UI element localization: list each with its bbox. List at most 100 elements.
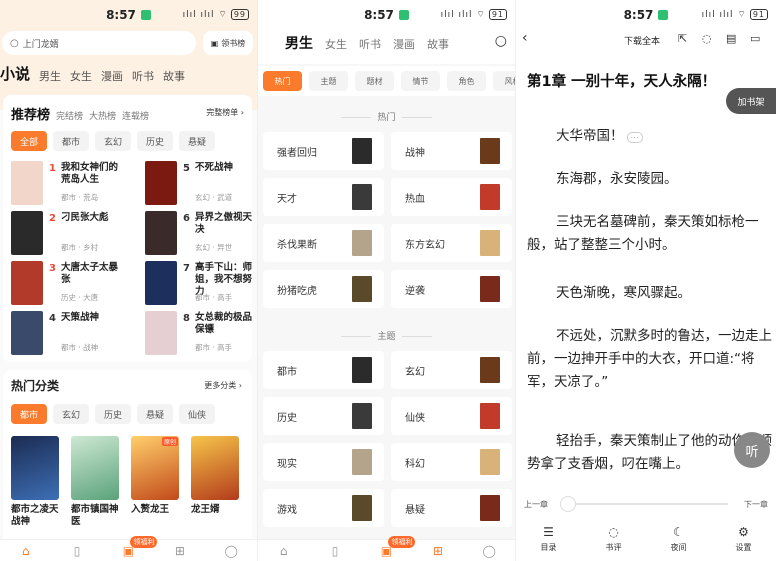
book-item[interactable]: 原创 入赘龙王 bbox=[131, 436, 179, 516]
hot-chip-history[interactable]: 历史 bbox=[95, 404, 131, 424]
download-all-button[interactable]: 下载全本 bbox=[624, 34, 660, 47]
rank-item[interactable]: 5 不死战神 玄幻 · 武道 bbox=[145, 161, 257, 207]
home-icon[interactable]: ⌂ bbox=[277, 545, 291, 557]
hot-chip-xianxia[interactable]: 仙侠 bbox=[179, 404, 215, 424]
filter-theme[interactable]: 主题 bbox=[309, 71, 348, 91]
book-cover bbox=[11, 161, 43, 205]
bookshelf-icon[interactable]: ▯ bbox=[328, 545, 342, 557]
rank-item[interactable]: 6 异界之傲视天决 玄幻 · 异世 bbox=[145, 211, 257, 257]
share-icon[interactable]: ⇱ bbox=[678, 32, 687, 45]
genre-cell[interactable]: 强者回归 bbox=[263, 132, 384, 170]
full-rank-link[interactable]: 完整榜单 › bbox=[206, 107, 244, 118]
home-icon[interactable]: ⌂ bbox=[19, 545, 33, 557]
filter-role[interactable]: 角色 bbox=[447, 71, 486, 91]
catalog-button[interactable]: ☰ 目录 bbox=[529, 517, 569, 561]
rank-item[interactable]: 1 我和女神们的荒岛人生 都市 · 荒岛 bbox=[11, 161, 129, 207]
nav-comic[interactable]: 漫画 bbox=[101, 68, 123, 84]
category-icon[interactable]: ⊞ bbox=[431, 545, 445, 557]
leaderboard-button[interactable]: ▣ 领书榜 bbox=[203, 31, 253, 55]
comment-icon[interactable]: ◌ bbox=[702, 32, 712, 45]
review-button[interactable]: ◌ 书评 bbox=[594, 517, 634, 561]
search-input[interactable]: ○ 上门龙婿 bbox=[2, 31, 196, 55]
nav-female[interactable]: 女生 bbox=[70, 68, 92, 84]
more-icon[interactable]: ▭ bbox=[750, 32, 760, 45]
genre-cell[interactable]: 现实 bbox=[263, 443, 384, 481]
rank-tags: 都市 · 乡村 bbox=[61, 243, 99, 252]
genre-cell[interactable]: 热血 bbox=[391, 178, 512, 216]
nav-male[interactable]: 男生 bbox=[39, 68, 61, 84]
bottom-tab-bar: ⌂ ▯ ▣ 领福利 ⊞ ◯ bbox=[0, 535, 257, 561]
rank-chip-fantasy[interactable]: 玄幻 bbox=[95, 131, 131, 151]
rank-title[interactable]: 推荐榜 bbox=[11, 104, 50, 123]
genre-cell[interactable]: 悬疑 bbox=[391, 489, 512, 527]
add-to-shelf-button[interactable]: 加书架 bbox=[726, 88, 776, 114]
note-icon[interactable]: ▤ bbox=[726, 32, 736, 45]
prev-chapter-button[interactable]: 上一章 bbox=[524, 499, 548, 510]
genre-cell[interactable]: 逆袭 bbox=[391, 270, 512, 308]
progress-track[interactable] bbox=[564, 503, 728, 505]
rank-tab-serial[interactable]: 连载榜 bbox=[122, 109, 149, 122]
comment-bubble-icon[interactable]: ⋯ bbox=[626, 132, 643, 143]
rank-item[interactable]: 3 大唐太子太暴张 历史 · 大唐 bbox=[11, 261, 129, 307]
rank-chip-urban[interactable]: 都市 bbox=[53, 131, 89, 151]
settings-label: 设置 bbox=[735, 543, 752, 552]
book-item[interactable]: 龙王婿 bbox=[191, 436, 239, 516]
rank-chip-all[interactable]: 全部 bbox=[11, 131, 47, 151]
book-item[interactable]: 都市镇国神医 bbox=[71, 436, 119, 528]
more-category-link[interactable]: 更多分类 › bbox=[204, 380, 242, 391]
rank-item[interactable]: 4 天策战神 都市 · 战神 bbox=[11, 311, 129, 357]
genre-cover bbox=[352, 357, 372, 383]
nav-audio[interactable]: 听书 bbox=[132, 68, 154, 84]
filter-subject[interactable]: 题材 bbox=[355, 71, 394, 91]
tab-comic[interactable]: 漫画 bbox=[393, 36, 415, 52]
book-item[interactable]: 都市之凌天战神 bbox=[11, 436, 59, 528]
tab-story[interactable]: 故事 bbox=[427, 36, 449, 52]
settings-button[interactable]: ⚙ 设置 bbox=[724, 517, 764, 561]
rank-title: 刁民张大彪 bbox=[61, 212, 109, 223]
search-icon[interactable]: ○ bbox=[495, 33, 507, 49]
category-icon[interactable]: ⊞ bbox=[173, 545, 187, 557]
listen-button[interactable]: 听 bbox=[734, 432, 770, 468]
welfare-badge: 领福利 bbox=[130, 535, 158, 548]
genre-cell[interactable]: 游戏 bbox=[263, 489, 384, 527]
genre-cell[interactable]: 仙侠 bbox=[391, 397, 512, 435]
nav-story[interactable]: 故事 bbox=[163, 68, 185, 84]
tab-female[interactable]: 女生 bbox=[325, 36, 347, 52]
night-mode-button[interactable]: ☾ 夜间 bbox=[659, 517, 699, 561]
rank-chips: 全部 都市 玄幻 历史 悬疑 bbox=[11, 131, 215, 151]
hot-chip-mystery[interactable]: 悬疑 bbox=[137, 404, 173, 424]
genre-cell[interactable]: 都市 bbox=[263, 351, 384, 389]
signal-icon: ılıl ılıl ⌔ bbox=[701, 10, 747, 20]
genre-cell[interactable]: 科幻 bbox=[391, 443, 512, 481]
tab-male[interactable]: 男生 bbox=[285, 33, 313, 53]
genre-cell[interactable]: 战神 bbox=[391, 132, 512, 170]
genre-cell[interactable]: 天才 bbox=[263, 178, 384, 216]
rank-item[interactable]: 2 刁民张大彪 都市 · 乡村 bbox=[11, 211, 129, 257]
hot-chip-urban[interactable]: 都市 bbox=[11, 404, 47, 424]
welfare-icon[interactable]: ▣ 领福利 bbox=[379, 535, 416, 557]
genre-cell[interactable]: 东方玄幻 bbox=[391, 224, 512, 262]
back-icon[interactable]: ‹ bbox=[522, 30, 528, 46]
filter-plot[interactable]: 情节 bbox=[401, 71, 440, 91]
nav-novel[interactable]: 小说 bbox=[0, 63, 30, 84]
rank-tab-finished[interactable]: 完结榜 bbox=[56, 109, 83, 122]
bookshelf-icon[interactable]: ▯ bbox=[70, 545, 84, 557]
rank-tab-hot[interactable]: 大热榜 bbox=[89, 109, 116, 122]
genre-cell[interactable]: 玄幻 bbox=[391, 351, 512, 389]
genre-cell[interactable]: 扮猪吃虎 bbox=[263, 270, 384, 308]
rank-item[interactable]: 7 高手下山：师姐，我不想努力 都市 · 高手 bbox=[145, 261, 257, 307]
rank-chip-history[interactable]: 历史 bbox=[137, 131, 173, 151]
hot-chip-fantasy[interactable]: 玄幻 bbox=[53, 404, 89, 424]
next-chapter-button[interactable]: 下一章 bbox=[744, 499, 768, 510]
profile-icon[interactable]: ◯ bbox=[224, 545, 238, 557]
progress-knob[interactable] bbox=[560, 496, 576, 512]
tab-audio[interactable]: 听书 bbox=[359, 36, 381, 52]
rank-item[interactable]: 8 女总裁的极品保镖 都市 · 高手 bbox=[145, 311, 257, 357]
welfare-icon[interactable]: ▣ 领福利 bbox=[121, 535, 158, 557]
rank-chip-mystery[interactable]: 悬疑 bbox=[179, 131, 215, 151]
profile-icon[interactable]: ◯ bbox=[482, 545, 496, 557]
filter-style[interactable]: 风格 bbox=[493, 71, 515, 91]
genre-cell[interactable]: 杀伐果断 bbox=[263, 224, 384, 262]
filter-hot[interactable]: 热门 bbox=[263, 71, 302, 91]
genre-cell[interactable]: 历史 bbox=[263, 397, 384, 435]
